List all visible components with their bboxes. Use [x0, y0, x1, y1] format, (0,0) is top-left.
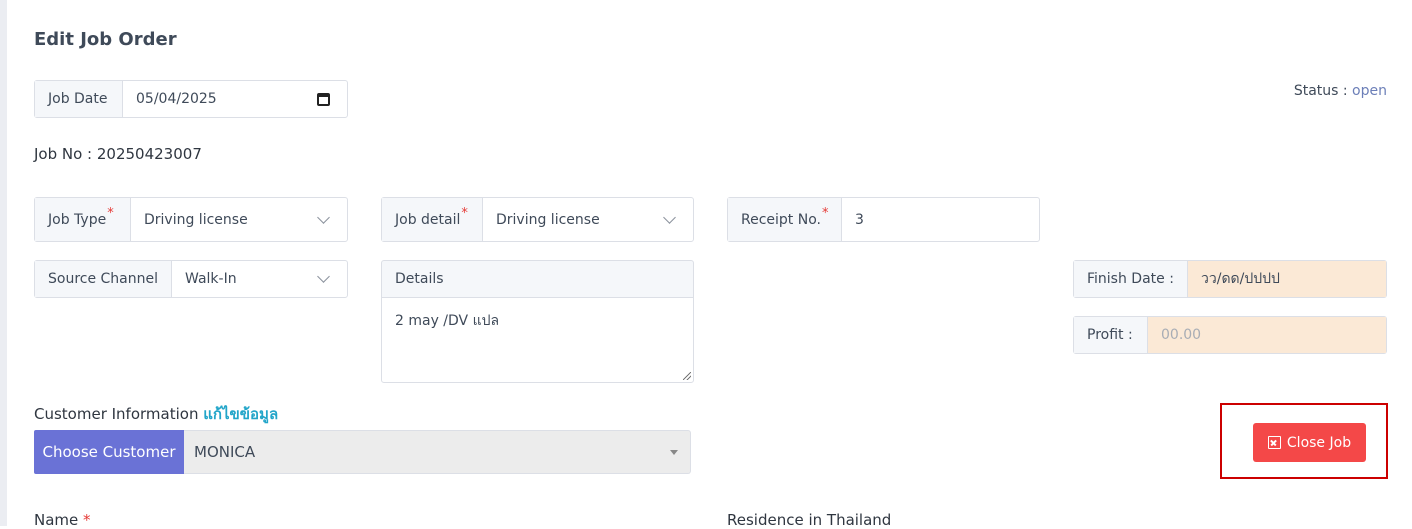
job-date-input[interactable]: 05/04/2025 [123, 81, 347, 117]
required-marker: * [461, 206, 468, 221]
finish-date-group: Finish Date : วว/ดด/ปปปป [1073, 260, 1387, 298]
page-title: Edit Job Order [34, 29, 177, 50]
customer-info-label: Customer Information [34, 405, 199, 423]
choose-customer-button[interactable]: Choose Customer [34, 430, 184, 474]
job-detail-select[interactable]: Driving license [483, 198, 693, 241]
job-type-label-text: Job Type [48, 211, 107, 228]
details-value: 2 may /DV แปล [395, 313, 500, 329]
customer-selected-value: MONICA [194, 443, 256, 461]
source-channel-select[interactable]: Walk-In [172, 261, 347, 297]
customer-info-heading: Customer Information แก้ไขข้อมูล [34, 402, 278, 426]
close-square-icon [1267, 436, 1281, 449]
customer-select[interactable]: MONICA [184, 430, 691, 474]
profit-label: Profit : [1074, 317, 1148, 353]
close-job-button[interactable]: Close Job [1253, 423, 1366, 462]
status-value: open [1352, 83, 1387, 99]
job-number: Job No : 20250423007 [34, 145, 202, 163]
finish-date-label: Finish Date : [1074, 261, 1188, 297]
chevron-down-icon [317, 210, 330, 224]
job-date-label: Job Date [35, 81, 123, 117]
residence-label: Residence in Thailand [727, 511, 892, 529]
dropdown-arrow-icon [670, 449, 678, 455]
resize-handle-icon[interactable] [683, 372, 691, 380]
profit-group: Profit : 00.00 [1073, 316, 1387, 354]
source-channel-group: Source Channel Walk-In [34, 260, 348, 298]
details-label: Details [381, 260, 694, 298]
status-label: Status : [1293, 83, 1348, 99]
profit-placeholder: 00.00 [1161, 327, 1202, 343]
receipt-no-label: Receipt No. * [728, 198, 842, 241]
finish-date-placeholder: วว/ดด/ปปปป [1201, 271, 1280, 287]
job-date-value: 05/04/2025 [136, 91, 217, 107]
receipt-no-group: Receipt No. * 3 [727, 197, 1040, 242]
close-job-label: Close Job [1286, 434, 1352, 451]
job-detail-group: Job detail * Driving license [381, 197, 694, 242]
job-detail-label: Job detail * [382, 198, 483, 241]
name-label-text: Name [34, 511, 79, 529]
profit-input[interactable]: 00.00 [1148, 317, 1386, 353]
finish-date-input[interactable]: วว/ดด/ปปปป [1188, 261, 1386, 297]
job-detail-value: Driving license [496, 211, 600, 228]
left-sidebar-edge [0, 0, 7, 526]
calendar-icon[interactable] [317, 92, 330, 106]
source-channel-label: Source Channel [35, 261, 172, 297]
required-marker: * [821, 206, 829, 221]
details-textarea[interactable]: 2 may /DV แปล [381, 297, 694, 383]
job-detail-label-text: Job detail [395, 211, 461, 228]
required-marker: * [107, 206, 114, 221]
edit-customer-link[interactable]: แก้ไขข้อมูล [203, 405, 278, 423]
status-text: Status : open [1294, 83, 1387, 99]
job-type-select[interactable]: Driving license [131, 198, 347, 241]
required-marker: * [83, 511, 91, 529]
job-date-group: Job Date 05/04/2025 [34, 80, 348, 118]
receipt-no-label-text: Receipt No. [741, 211, 821, 228]
chevron-down-icon [317, 270, 330, 283]
name-label: Name * [34, 511, 91, 529]
job-type-group: Job Type * Driving license [34, 197, 348, 242]
job-type-label: Job Type * [35, 198, 131, 241]
job-type-value: Driving license [144, 211, 248, 228]
chevron-down-icon [663, 210, 676, 224]
source-channel-value: Walk-In [185, 271, 237, 287]
receipt-no-value: 3 [855, 211, 864, 228]
receipt-no-input[interactable]: 3 [842, 198, 1039, 241]
